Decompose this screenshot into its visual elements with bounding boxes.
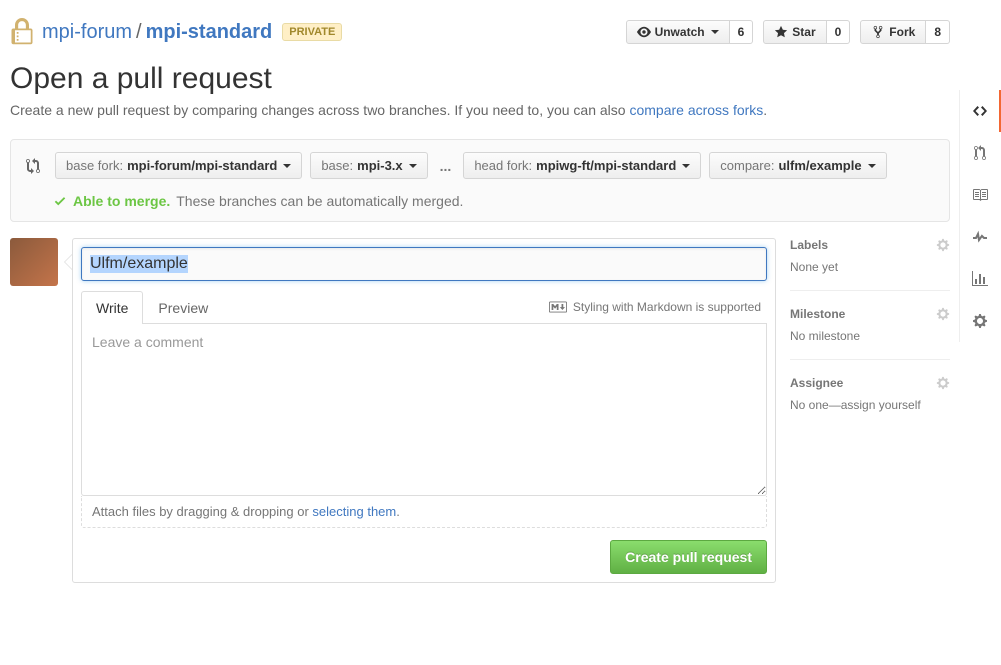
markdown-icon (549, 301, 567, 313)
rail-code[interactable] (960, 90, 1001, 132)
caret-down-icon (711, 30, 719, 34)
private-badge: PRIVATE (282, 23, 342, 41)
range-editor: base fork: mpi-forum/mpi-standard base: … (10, 139, 950, 222)
milestone-value: No milestone (790, 329, 950, 343)
page-title: Open a pull request (10, 62, 950, 96)
code-icon (972, 103, 988, 119)
tab-preview[interactable]: Preview (143, 291, 223, 324)
merge-status-text: Able to merge. (73, 193, 170, 209)
comment-textarea[interactable] (81, 324, 767, 496)
pulse-icon (972, 229, 988, 245)
pull-request-icon (972, 145, 988, 161)
fork-button[interactable]: Fork (860, 20, 926, 44)
tab-write[interactable]: Write (81, 291, 143, 324)
merge-status: Able to merge. These branches can be aut… (25, 193, 935, 209)
graph-icon (972, 271, 988, 287)
rail-settings[interactable] (960, 300, 1001, 342)
range-dots: ... (436, 158, 456, 174)
select-files-link[interactable]: selecting them (312, 504, 396, 519)
rail-pulse[interactable] (960, 216, 1001, 258)
rail-wiki[interactable] (960, 174, 1001, 216)
repo-name: mpi-forum / mpi-standard PRIVATE (10, 18, 342, 46)
star-count[interactable]: 0 (827, 20, 851, 44)
check-icon (53, 194, 67, 208)
milestone-section: Milestone No milestone (790, 307, 950, 360)
fork-count[interactable]: 8 (926, 20, 950, 44)
unwatch-button[interactable]: Unwatch (626, 20, 730, 44)
markdown-hint: Styling with Markdown is supported (549, 300, 767, 314)
labels-value: None yet (790, 260, 950, 274)
page-subheading: Create a new pull request by comparing c… (10, 100, 950, 121)
compare-branch-selector[interactable]: compare: ulfm/example (709, 152, 886, 179)
base-fork-selector[interactable]: base fork: mpi-forum/mpi-standard (55, 152, 302, 179)
gear-icon[interactable] (936, 238, 950, 252)
star-icon (774, 25, 788, 39)
repo-separator: / (136, 21, 142, 44)
caret-down-icon (283, 164, 291, 168)
comment-arrow (64, 254, 72, 270)
eye-icon (637, 25, 651, 39)
create-pr-button[interactable]: Create pull request (610, 540, 767, 574)
pr-form: Write Preview Styling with Markdown is s… (72, 238, 776, 583)
right-rail (959, 90, 1001, 342)
repo-actions: Unwatch 6 Star 0 Fork (626, 20, 950, 44)
head-fork-selector[interactable]: head fork: mpiwg-ft/mpi-standard (463, 152, 701, 179)
star-button[interactable]: Star (763, 20, 826, 44)
pr-title-input[interactable] (81, 247, 767, 281)
compare-forks-link[interactable]: compare across forks (629, 102, 763, 118)
labels-heading: Labels (790, 238, 828, 252)
assignee-heading: Assignee (790, 376, 843, 390)
assignee-value[interactable]: No one—assign yourself (790, 398, 950, 412)
repo-header: mpi-forum / mpi-standard PRIVATE Unwatch… (10, 10, 950, 62)
fork-icon (871, 25, 885, 39)
repo-owner-link[interactable]: mpi-forum (42, 21, 132, 44)
merge-description: These branches can be automatically merg… (176, 193, 463, 209)
gear-icon (972, 313, 988, 329)
rail-pull-requests[interactable] (960, 132, 1001, 174)
lock-icon (10, 18, 34, 46)
gear-icon[interactable] (936, 376, 950, 390)
labels-section: Labels None yet (790, 238, 950, 291)
base-branch-selector[interactable]: base: mpi-3.x (310, 152, 427, 179)
git-compare-icon (25, 158, 41, 174)
caret-down-icon (409, 164, 417, 168)
milestone-heading: Milestone (790, 307, 845, 321)
gear-icon[interactable] (936, 307, 950, 321)
book-icon (972, 187, 988, 203)
repo-name-link[interactable]: mpi-standard (146, 21, 273, 44)
assignee-section: Assignee No one—assign yourself (790, 376, 950, 428)
rail-graphs[interactable] (960, 258, 1001, 300)
attach-hint: Attach files by dragging & dropping or s… (81, 496, 767, 528)
watch-count[interactable]: 6 (730, 20, 754, 44)
avatar (10, 238, 58, 286)
caret-down-icon (868, 164, 876, 168)
caret-down-icon (682, 164, 690, 168)
